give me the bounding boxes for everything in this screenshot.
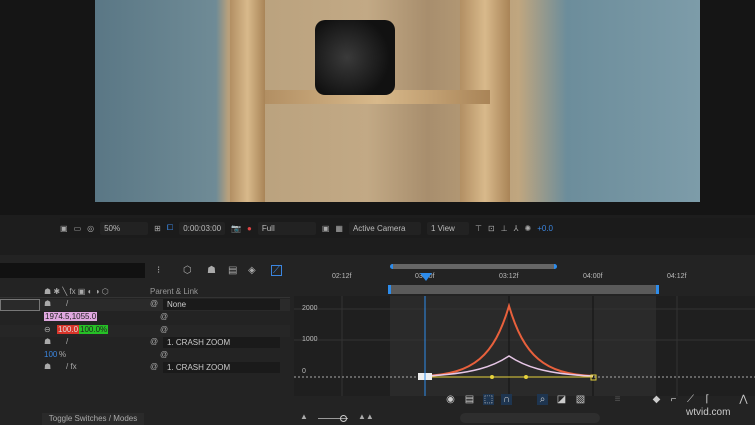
graph-value-label: 1000: [302, 336, 318, 343]
vr-icon[interactable]: ◎: [87, 224, 94, 233]
parent-select[interactable]: 1. CRASH ZOOM: [163, 337, 280, 348]
region-icon[interactable]: ▣: [322, 224, 330, 233]
horizontal-scrollbar[interactable]: [460, 413, 600, 423]
playhead-handle[interactable]: [420, 273, 432, 281]
transparency-grid-icon[interactable]: ▦: [335, 224, 343, 233]
zoom-out-icon: ▲: [300, 412, 308, 421]
opacity-value[interactable]: 100: [44, 350, 57, 359]
color-icon[interactable]: ●: [247, 224, 252, 233]
fit-selection-icon[interactable]: ⌕: [537, 394, 548, 405]
pixel-aspect-icon[interactable]: ⊤: [475, 224, 482, 233]
layer-row[interactable]: ☗ / fx @ 1. CRASH ZOOM: [0, 362, 290, 374]
zoom-in-icon: ▲▲: [358, 412, 374, 421]
toggle-switches-modes-button[interactable]: Toggle Switches / Modes: [42, 413, 144, 425]
ruler-tick: 04:00f: [583, 273, 603, 280]
composition-frame: [95, 0, 700, 202]
pickwhip-icon[interactable]: @: [160, 312, 168, 321]
viewer-toolbar: ▣ ▭ ◎ 50% ⊞ ⧠ 0:00:03:00 📷 ● Full ▣ ▦ Ac…: [60, 218, 755, 238]
zoom-select[interactable]: 50%: [100, 221, 149, 235]
exposure-icon[interactable]: ✺: [525, 224, 532, 233]
mask-visibility-icon[interactable]: ⧠: [167, 223, 173, 233]
pickwhip-icon[interactable]: @: [150, 299, 158, 308]
camera-object: [315, 20, 395, 95]
work-area-bar[interactable]: [388, 285, 659, 294]
auto-bezier-icon[interactable]: ⌈: [702, 394, 713, 405]
layer-row[interactable]: ☗ / @ None: [0, 299, 290, 311]
safe-areas-icon[interactable]: ⊞: [154, 224, 161, 233]
parent-select[interactable]: None: [163, 299, 280, 310]
scale-y-value[interactable]: 100.0%: [79, 325, 109, 334]
pickwhip-icon[interactable]: @: [160, 325, 168, 334]
separate-dimensions-icon[interactable]: ▧: [575, 394, 586, 405]
transform-box-icon[interactable]: ⬚: [483, 394, 494, 405]
pickwhip-icon[interactable]: @: [150, 337, 158, 346]
bezier-handle: [490, 375, 494, 379]
constrain-link-icon[interactable]: ⊖: [44, 325, 51, 334]
snapping-icon[interactable]: ∩: [501, 394, 512, 405]
watermark: wtvid.com: [686, 407, 731, 418]
resolution-select[interactable]: Full: [257, 221, 316, 235]
parent-select[interactable]: 1. CRASH ZOOM: [163, 362, 280, 373]
layer-name[interactable]: [0, 299, 40, 311]
ruler-tick: 02:12f: [332, 273, 352, 280]
exposure-value[interactable]: +0.0: [537, 224, 553, 233]
timecode[interactable]: 0:00:03:00: [179, 221, 226, 235]
pickwhip-icon[interactable]: @: [160, 350, 168, 359]
zoom-slider-thumb[interactable]: [340, 415, 347, 422]
monitor-icon[interactable]: ▭: [74, 224, 82, 233]
position-value[interactable]: 1974.5,1055.0: [44, 312, 98, 321]
edit-keyframe-icon[interactable]: ≡: [612, 394, 623, 405]
eye-icon[interactable]: ◉: [445, 394, 456, 405]
graph-type-icon[interactable]: ▤: [464, 394, 475, 405]
graph-editor[interactable]: 2000 1000 0: [294, 296, 755, 396]
bezier-handle: [524, 375, 528, 379]
fast-preview-icon[interactable]: ⊡: [488, 224, 495, 233]
camera-select[interactable]: Active Camera: [348, 221, 421, 235]
graph-value-label: 0: [302, 368, 306, 375]
layer-list: ☗ / @ None 1974.5,1055.0 @ ⊖ 100.0 100.0%…: [0, 262, 290, 412]
opacity-unit: %: [59, 350, 67, 359]
pickwhip-icon[interactable]: @: [150, 362, 158, 371]
views-select[interactable]: 1 View: [426, 221, 469, 235]
linear-icon[interactable]: ⟋: [685, 394, 696, 405]
composition-viewer[interactable]: [0, 0, 755, 215]
ruler-tick: 03:12f: [499, 273, 519, 280]
ruler-tick: 04:12f: [667, 273, 687, 280]
property-row-position: 1974.5,1055.0 @: [0, 312, 290, 324]
easy-ease-icon[interactable]: ⋀: [738, 394, 749, 405]
navigator-bar[interactable]: [390, 264, 557, 269]
property-row-scale: ⊖ 100.0 100.0% @: [0, 325, 290, 337]
layer-row[interactable]: ☗ / @ 1. CRASH ZOOM: [0, 337, 290, 349]
zoom-slider[interactable]: ▲ ▲▲: [300, 412, 375, 422]
scale-x-value[interactable]: 100.0: [57, 325, 80, 334]
convert-vertex-icon[interactable]: ⌐: [668, 394, 679, 405]
snapshot-icon[interactable]: ▣: [60, 224, 68, 233]
timeline-icon[interactable]: ⊥: [501, 224, 508, 233]
property-row-opacity: 100 % @: [0, 350, 290, 362]
flowchart-icon[interactable]: ⅄: [514, 224, 519, 233]
graph-value-label: 2000: [302, 305, 318, 312]
work-area-region: [390, 296, 656, 396]
camera-icon[interactable]: 📷: [231, 224, 241, 233]
fit-all-icon[interactable]: ◪: [556, 394, 567, 405]
wooden-post: [230, 0, 265, 202]
hold-keyframe-icon[interactable]: ◆: [651, 394, 662, 405]
